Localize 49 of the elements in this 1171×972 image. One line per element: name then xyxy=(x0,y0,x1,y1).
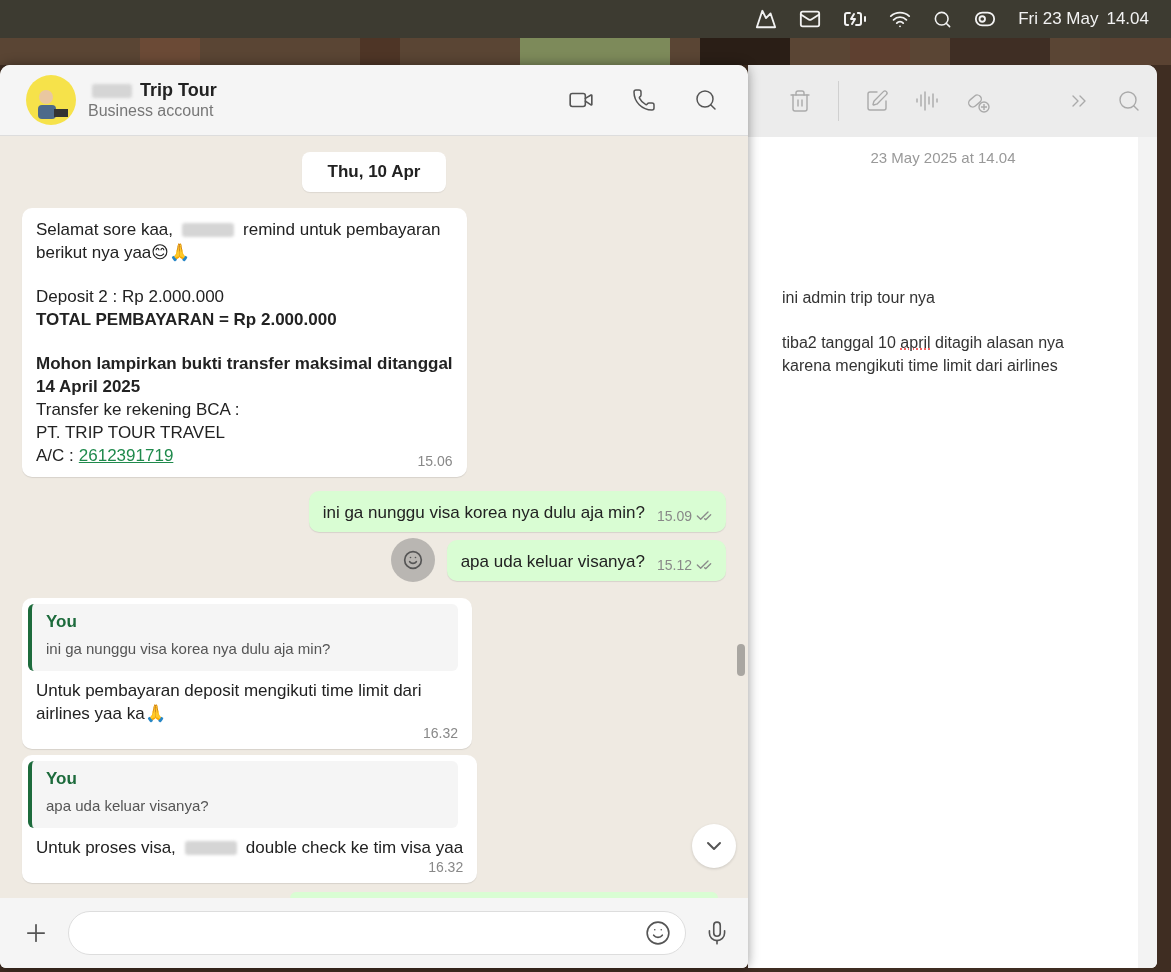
message-text: ini ga nunggu visa korea nya dulu aja min? xyxy=(322,502,645,524)
message-text: TOTAL PEMBAYARAN = Rp 2.000.000 xyxy=(36,309,337,331)
message-time: 16.32 xyxy=(422,725,458,741)
menu-bar-date[interactable]: Fri 23 May xyxy=(1018,9,1099,29)
message-text: double check ke tim visa yaa xyxy=(245,837,464,859)
message-text: Mohon lampirkan bukti transfer maksimal ditanggal xyxy=(36,353,453,375)
message-text: Untuk pembayaran deposit mengikuti time limit dari xyxy=(36,680,422,702)
quote-author: You xyxy=(46,769,78,789)
message-time: 15.09 xyxy=(656,508,692,524)
message-text: apa uda keluar visanya? xyxy=(460,550,645,573)
note-timestamp: 23 May 2025 at 14.04 xyxy=(870,149,1016,166)
redaction-blur xyxy=(184,840,237,855)
message-text: PT. TRIP TOUR TRAVEL xyxy=(36,422,225,444)
message-time: 15.12 xyxy=(656,556,692,573)
mail-icon[interactable] xyxy=(799,8,822,30)
search-icon[interactable] xyxy=(933,9,953,29)
message-input[interactable] xyxy=(68,911,686,955)
quote-author: You xyxy=(46,612,78,632)
emoji-icon[interactable] xyxy=(645,920,671,946)
note-text: tiba2 tanggal 10 april ditagih alasan nya karena mengikuti time limit dari airlines xyxy=(782,333,1065,376)
message-text: Untuk proses visa, xyxy=(36,837,176,859)
search-icon xyxy=(694,88,718,112)
scrollbar-thumb[interactable] xyxy=(737,644,745,676)
message-text: A/C : xyxy=(36,445,74,467)
avatar xyxy=(26,75,76,125)
quoted-message[interactable]: You ini ga nunggu visa korea nya dulu aja min? xyxy=(28,604,458,671)
message-text: berikut nya yaa😊🙏 xyxy=(36,242,190,264)
quote-text: ini ga nunggu visa korea nya dulu aja min? xyxy=(46,640,332,657)
message-text: Transfer ke rekening BCA : xyxy=(36,399,240,421)
smiley-icon xyxy=(402,550,423,570)
quote-text: apa uda keluar visanya? xyxy=(46,797,210,814)
contact-name[interactable]: Trip Tour xyxy=(140,80,217,101)
message-text: Deposit 2 : Rp 2.000.000 xyxy=(36,286,225,308)
account-link[interactable]: 2612391719 xyxy=(78,444,174,467)
phone-icon xyxy=(632,88,656,112)
contact-subtitle: Business account xyxy=(88,102,215,120)
message-time: 16.32 xyxy=(428,859,464,875)
message-text: remind untuk pembayaran xyxy=(243,219,441,241)
message-time: 15.06 xyxy=(417,453,453,469)
note-text: ini admin trip tour nya xyxy=(782,288,936,308)
quoted-message[interactable]: You apa uda keluar visanya? xyxy=(28,761,458,828)
emoji-reaction-button[interactable] xyxy=(390,538,435,582)
mountain-icon[interactable] xyxy=(755,8,778,30)
menu-bar-time[interactable]: 14.04 xyxy=(1106,9,1149,29)
scroll-down-button[interactable] xyxy=(692,824,736,868)
message-text: Selamat sore kaa, xyxy=(36,219,173,241)
redaction-blur xyxy=(182,222,234,237)
message-text: airlines yaa ka🙏 xyxy=(36,703,166,725)
message-text: 14 April 2025 xyxy=(36,376,141,398)
